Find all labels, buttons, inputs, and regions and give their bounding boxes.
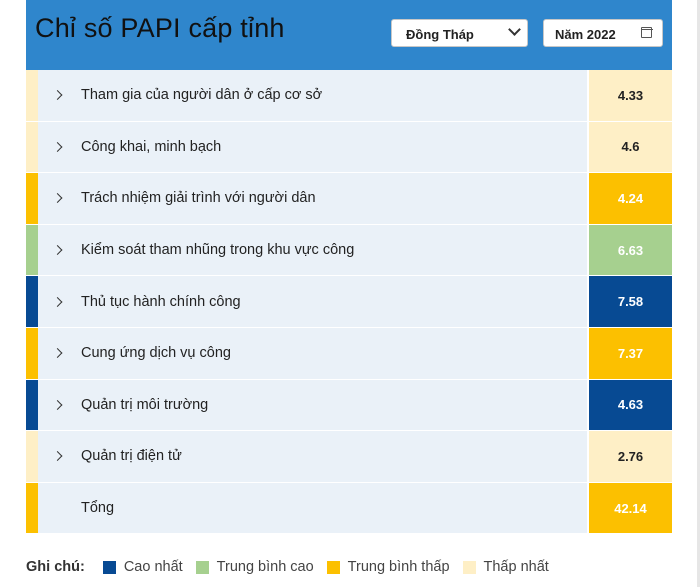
page-title: Chỉ số PAPI cấp tỉnh — [35, 13, 285, 43]
chevron-down-icon — [508, 23, 521, 36]
legend-item: Trung bình cao — [195, 559, 314, 575]
chevron-right-icon[interactable] — [52, 90, 63, 101]
legend-label: Trung bình thấp — [347, 559, 450, 575]
legend-title: Ghi chú: — [26, 559, 85, 575]
row-value: 6.63 — [589, 224, 672, 276]
row-value: 4.63 — [589, 379, 672, 431]
row-value: 7.37 — [589, 327, 672, 379]
row-label: Công khai, minh bạch — [81, 138, 222, 155]
table-row[interactable]: Kiểm soát tham nhũng trong khu vực công 6… — [26, 224, 672, 277]
level-indicator — [26, 121, 38, 173]
table-row-total: Tổng 42.14 — [26, 482, 672, 535]
row-label: Kiểm soát tham nhũng trong khu vực công — [81, 242, 355, 259]
legend-label: Trung bình cao — [216, 559, 314, 575]
legend-item: Thấp nhất — [462, 559, 549, 575]
level-indicator — [26, 173, 38, 224]
chevron-right-icon[interactable] — [52, 296, 63, 307]
table-row[interactable]: Công khai, minh bạch 4.6 — [26, 121, 672, 174]
level-indicator — [26, 70, 38, 121]
index-table: Tham gia của người dân ở cấp cơ sở 4.33 Cô… — [26, 70, 672, 535]
row-value: 4.24 — [589, 173, 672, 224]
row-label: Tham gia của người dân ở cấp cơ sở — [81, 87, 323, 104]
row-label: Thủ tục hành chính công — [81, 293, 241, 310]
legend-swatch — [326, 560, 340, 574]
province-select[interactable]: Đồng Tháp — [391, 19, 528, 47]
legend-label: Thấp nhất — [483, 559, 549, 575]
row-value: 2.76 — [589, 431, 672, 482]
table-row[interactable]: Tham gia của người dân ở cấp cơ sở 4.33 — [26, 70, 672, 122]
year-input[interactable]: Năm 2022 — [543, 19, 663, 47]
level-indicator — [26, 431, 38, 482]
papi-panel: Chỉ số PAPI cấp tỉnh Đồng Tháp Năm 2022 … — [26, 0, 672, 535]
table-row[interactable]: Quản trị điện tử 2.76 — [26, 431, 672, 483]
row-label: Quản trị điện tử — [81, 448, 182, 465]
year-input-value: Năm 2022 — [555, 27, 616, 42]
level-indicator — [26, 327, 38, 379]
table-row[interactable]: Cung ứng dịch vụ công 7.37 — [26, 327, 672, 380]
table-row[interactable]: Thủ tục hành chính công 7.58 — [26, 276, 672, 328]
row-label: Trách nhiệm giải trình với người dân — [81, 190, 316, 207]
row-value: 7.58 — [589, 276, 672, 327]
chevron-right-icon[interactable] — [52, 451, 63, 462]
calendar-icon[interactable] — [640, 27, 653, 38]
chevron-right-icon[interactable] — [52, 245, 63, 256]
row-value: 42.14 — [589, 482, 672, 534]
legend-item: Cao nhất — [102, 559, 183, 575]
level-indicator — [26, 482, 38, 534]
legend-label: Cao nhất — [123, 559, 183, 575]
legend: Ghi chú: Cao nhất Trung bình cao Trung bìn… — [26, 557, 562, 577]
chevron-right-icon[interactable] — [52, 348, 63, 359]
legend-swatch — [462, 560, 476, 574]
row-label: Cung ứng dịch vụ công — [81, 345, 231, 362]
row-label: Quản trị môi trường — [81, 396, 209, 413]
row-label: Tổng — [81, 500, 115, 517]
row-value: 4.6 — [589, 121, 672, 173]
legend-item: Trung bình thấp — [326, 559, 450, 575]
province-select-value: Đồng Tháp — [406, 27, 474, 42]
level-indicator — [26, 224, 38, 276]
panel-header: Chỉ số PAPI cấp tỉnh Đồng Tháp Năm 2022 — [26, 0, 672, 70]
legend-swatch — [195, 560, 209, 574]
chevron-right-icon[interactable] — [52, 141, 63, 152]
chevron-right-icon[interactable] — [52, 399, 63, 410]
row-value: 4.33 — [589, 70, 672, 121]
level-indicator — [26, 276, 38, 327]
table-row[interactable]: Trách nhiệm giải trình với người dân 4.24 — [26, 173, 672, 225]
chevron-right-icon[interactable] — [52, 193, 63, 204]
level-indicator — [26, 379, 38, 431]
table-row[interactable]: Quản trị môi trường 4.63 — [26, 379, 672, 432]
legend-swatch — [102, 560, 116, 574]
